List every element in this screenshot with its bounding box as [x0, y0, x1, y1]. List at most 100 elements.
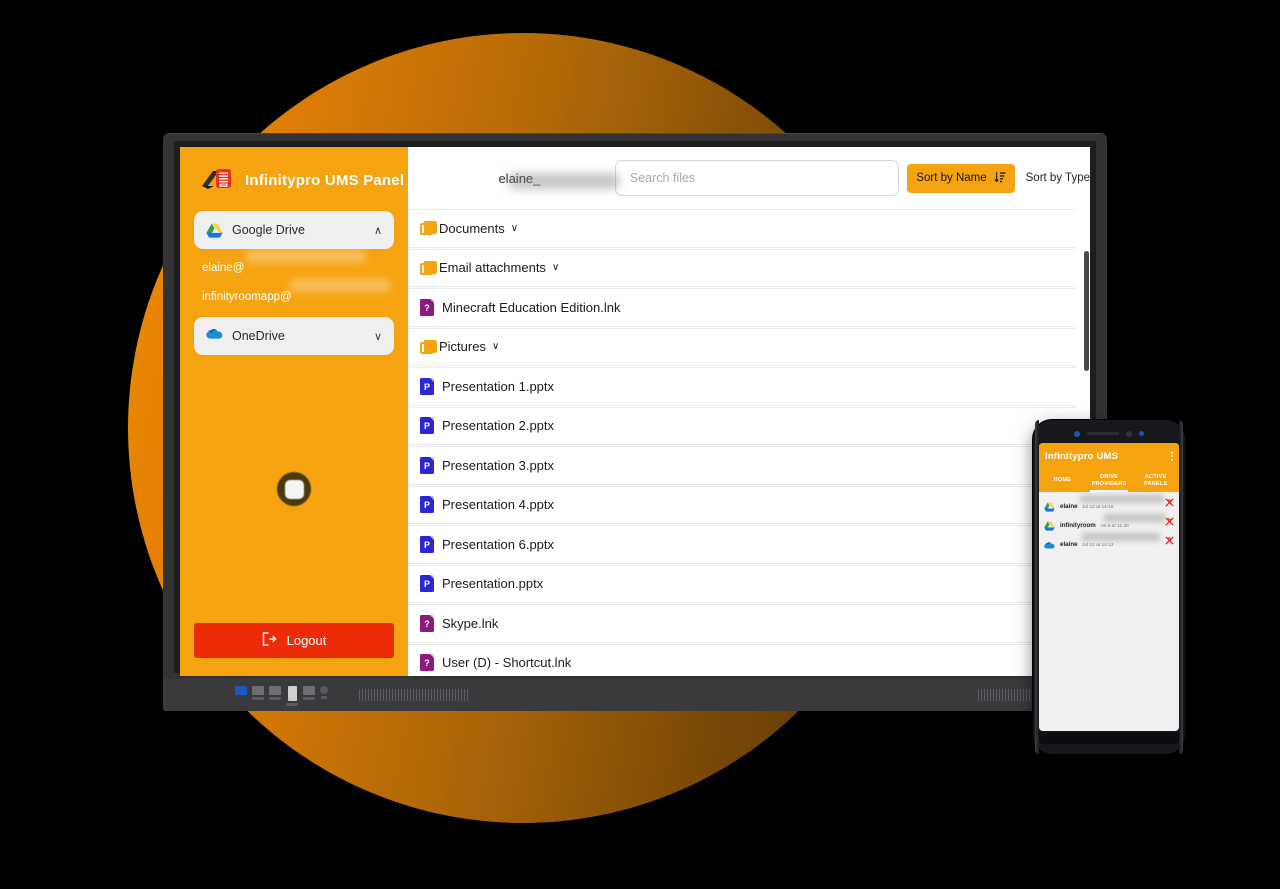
sort-descending-icon: [994, 171, 1006, 186]
monitor-power-button[interactable]: [235, 686, 247, 695]
phone-account-meta: elaine Jul 12 at 14:13: [1060, 532, 1160, 551]
sort-by-type-button[interactable]: Sort by Type: [1026, 172, 1090, 184]
sidebar-spinner-area: [180, 355, 408, 623]
phone-account-row[interactable]: elaine Jul 12 at 14:13: [1039, 532, 1179, 551]
google-drive-icon: [206, 223, 223, 238]
pptx-file-icon: P: [420, 535, 434, 553]
phone-account-list: elaine Jul 12 at 14:16 infinityroom Jul …: [1039, 492, 1179, 551]
app-logo-icon: UMS: [200, 167, 236, 193]
file-row-folder[interactable]: Email attachments ∨: [408, 248, 1076, 287]
sidebar: UMS Infinitypro UMS Panel Google Drive ∧…: [180, 147, 408, 676]
chevron-down-icon[interactable]: ∨: [511, 223, 518, 234]
loading-spinner-icon: [277, 472, 311, 506]
file-row-pptx[interactable]: P Presentation 2.pptx: [408, 406, 1076, 445]
proximity-sensor-icon: [1139, 431, 1144, 436]
google-drive-icon: [1044, 518, 1055, 531]
monitor-chin: [163, 679, 1107, 711]
file-row-pptx[interactable]: P Presentation 3.pptx: [408, 446, 1076, 485]
tab-drive-providers[interactable]: DRIVE PROVIDERS: [1086, 469, 1133, 492]
file-row-folder[interactable]: Pictures ∨: [408, 327, 1076, 366]
google-drive-icon: [1044, 499, 1055, 512]
phone-account-timestamp: Jul 12 at 14:13: [1082, 542, 1114, 548]
pptx-file-icon: P: [420, 456, 434, 474]
current-account-label: elaine_: [424, 171, 619, 189]
scene-root: UMS Infinitypro UMS Panel Google Drive ∧…: [0, 0, 1280, 889]
chevron-down-icon: ∨: [373, 330, 382, 343]
pptx-file-icon: P: [420, 417, 434, 435]
front-camera-icon: [1074, 430, 1080, 437]
file-row-folder[interactable]: Documents ∨: [408, 209, 1076, 248]
sidebar-account-label: infinityroomapp@: [202, 291, 292, 303]
phone-account-name: infinityroom: [1060, 521, 1096, 529]
chevron-up-icon: ∧: [373, 224, 382, 237]
file-list: Documents ∨ Email attachments ∨ ? Minecr…: [408, 209, 1090, 676]
file-row-lnk[interactable]: ? User (D) - Shortcut.lnk: [408, 643, 1076, 676]
sidebar-provider-google-drive[interactable]: Google Drive ∧: [194, 211, 394, 249]
monitor-menu-button[interactable]: [252, 686, 264, 695]
main-panel: elaine_ Sort by Name: [408, 147, 1090, 676]
file-row-pptx[interactable]: P Presentation 1.pptx: [408, 367, 1076, 406]
tab-home[interactable]: HOME: [1039, 469, 1086, 492]
file-row-pptx[interactable]: P Presentation 4.pptx: [408, 485, 1076, 524]
iris-scanner-icon: [1126, 430, 1132, 437]
search-input[interactable]: [614, 160, 900, 196]
sidebar-account-1[interactable]: infinityroomapp@: [194, 278, 394, 307]
sort-by-name-button[interactable]: Sort by Name: [907, 163, 1015, 193]
phone-right-edge: [1179, 420, 1183, 754]
folder-icon: [420, 260, 437, 275]
redaction-blur: [509, 172, 619, 189]
file-name: Presentation 3.pptx: [442, 457, 555, 473]
monitor-led-indicator: [320, 686, 328, 694]
monitor-exit-button[interactable]: [303, 686, 315, 695]
desktop-monitor: UMS Infinitypro UMS Panel Google Drive ∧…: [163, 133, 1107, 711]
monitor-control-buttons[interactable]: [235, 686, 328, 706]
sidebar-account-0[interactable]: elaine@: [194, 249, 394, 278]
lnk-file-icon: ?: [420, 654, 434, 672]
file-name: Presentation 6.pptx: [442, 536, 555, 552]
brand: UMS Infinitypro UMS Panel: [180, 147, 408, 193]
unlink-icon[interactable]: [1165, 536, 1174, 547]
unlink-icon[interactable]: [1165, 517, 1174, 528]
monitor-input-button[interactable]: [269, 686, 281, 695]
logout-button[interactable]: Logout: [194, 623, 394, 658]
scrollbar-thumb[interactable]: [1084, 251, 1089, 371]
redaction-blur: [1080, 494, 1164, 503]
redaction-blur: [1082, 532, 1160, 541]
unlink-icon[interactable]: [1165, 498, 1174, 509]
file-name: Minecraft Education Edition.lnk: [442, 299, 621, 315]
folder-icon: [420, 221, 437, 236]
file-name: Documents: [439, 220, 505, 236]
pptx-file-icon: P: [420, 377, 434, 395]
speaker-grille-left: [359, 689, 469, 701]
phone-account-row[interactable]: elaine Jul 12 at 14:16: [1039, 494, 1179, 513]
redaction-blur: [246, 250, 366, 263]
tab-active-panels[interactable]: ACTIVE PANELS: [1132, 469, 1179, 492]
file-row-lnk[interactable]: ? Skype.lnk: [408, 604, 1076, 643]
sidebar-provider-label: OneDrive: [232, 329, 285, 343]
lnk-file-icon: ?: [420, 614, 434, 632]
file-row-pptx[interactable]: P Presentation.pptx: [408, 564, 1076, 603]
pptx-file-icon: P: [420, 575, 434, 593]
sidebar-provider-label: Google Drive: [232, 223, 305, 237]
brand-title: Infinitypro UMS Panel: [245, 171, 405, 189]
phone-bottom-bezel: [1039, 732, 1179, 744]
phone-account-row[interactable]: infinityroom Jul 5 at 11:40: [1039, 513, 1179, 532]
sort-by-name-label: Sort by Name: [916, 172, 987, 184]
file-name: Presentation 1.pptx: [442, 378, 555, 394]
desktop-screen: UMS Infinitypro UMS Panel Google Drive ∧…: [180, 147, 1090, 676]
phone-tab-bar: HOME DRIVE PROVIDERS ACTIVE PANELS: [1039, 469, 1179, 492]
file-row-lnk[interactable]: ? Minecraft Education Edition.lnk: [408, 288, 1076, 327]
topbar: elaine_ Sort by Name: [408, 147, 1090, 209]
phone-account-name: elaine: [1060, 540, 1078, 548]
kebab-menu-icon[interactable]: [1171, 451, 1173, 461]
phone-account-timestamp: Jul 5 at 11:40: [1100, 523, 1129, 529]
file-name: Presentation 2.pptx: [442, 418, 555, 434]
file-row-pptx[interactable]: P Presentation 6.pptx: [408, 525, 1076, 564]
sidebar-provider-onedrive[interactable]: OneDrive ∨: [194, 317, 394, 355]
mobile-phone: Infinitypro UMS HOME DRIVE PROVIDERS ACT…: [1033, 420, 1185, 754]
monitor-osd-button[interactable]: [287, 686, 297, 701]
phone-sensor-row: [1039, 426, 1179, 441]
chevron-down-icon[interactable]: ∨: [552, 262, 559, 273]
file-name: Skype.lnk: [442, 615, 499, 631]
chevron-down-icon[interactable]: ∨: [492, 341, 499, 352]
